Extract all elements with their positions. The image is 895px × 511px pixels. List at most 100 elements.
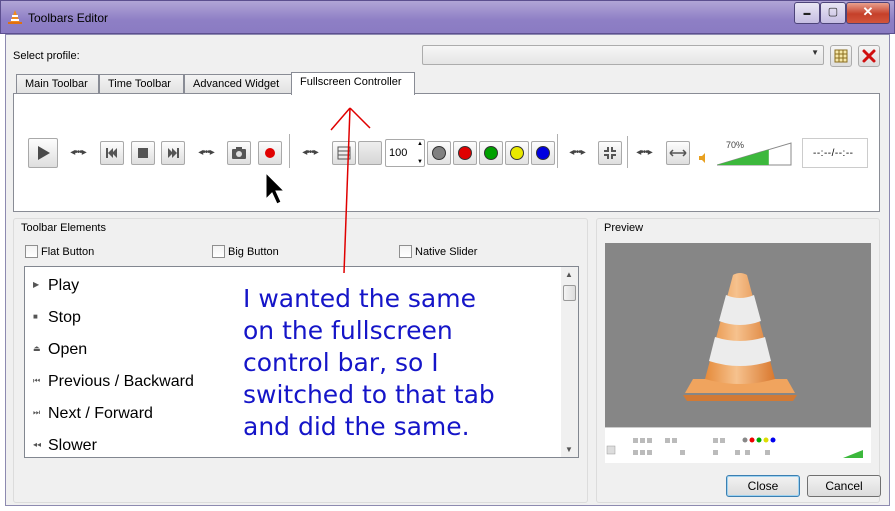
spacer-arrows[interactable]: ◂•••▸ — [298, 148, 322, 158]
list-item-label: Stop — [48, 309, 81, 326]
tab-advanced-widget[interactable]: Advanced Widget — [184, 74, 292, 94]
tab-label: Fullscreen Controller — [300, 76, 402, 88]
blue-dot-icon — [536, 146, 550, 160]
record-icon — [265, 148, 275, 158]
exit-fullscreen-button[interactable] — [598, 141, 622, 165]
profile-grid-icon — [834, 49, 848, 63]
speed-value: 100 — [389, 147, 408, 159]
eject-icon: ⏏ — [33, 344, 41, 353]
snapshot-button[interactable] — [227, 141, 251, 165]
close-button-label: Close — [747, 479, 779, 493]
speed-spinbox[interactable]: 100 ▲ ▼ — [385, 139, 425, 167]
separator — [557, 134, 558, 168]
stop-icon — [138, 148, 148, 158]
scroll-thumb[interactable] — [563, 285, 576, 301]
play-button[interactable] — [28, 138, 58, 168]
select-profile-label: Select profile: — [13, 50, 80, 62]
cancel-button[interactable]: Cancel — [807, 475, 881, 497]
volume-slider[interactable]: 70% — [717, 140, 792, 166]
spacer-arrows-icon — [669, 149, 687, 157]
title-bar: Toolbars Editor ▬ ▢ ✕ — [0, 0, 895, 34]
flat-button-label: Flat Button — [41, 246, 95, 258]
stop-icon: ■ — [33, 312, 38, 321]
next-icon — [168, 148, 179, 158]
speaker-icon — [699, 153, 705, 163]
expanding-spacer[interactable] — [666, 141, 690, 165]
close-icon: ✕ — [862, 4, 874, 19]
volume-triangle — [717, 142, 792, 166]
list-item-label: Next / Forward — [48, 405, 153, 422]
list-item-label: Slower — [48, 437, 97, 454]
delete-x-icon — [862, 49, 876, 63]
spacer-arrows[interactable]: ◂•••▸ — [66, 148, 90, 158]
green-color-button[interactable] — [479, 141, 503, 165]
separator — [289, 134, 290, 168]
close-window-button[interactable]: ✕ — [846, 2, 890, 24]
delete-profile-button[interactable] — [858, 45, 880, 67]
tab-label: Time Toolbar — [108, 78, 171, 90]
scroll-down-icon[interactable]: ▼ — [565, 445, 573, 454]
big-button-checkbox[interactable] — [212, 245, 225, 258]
previous-icon — [106, 148, 117, 158]
annotation-text: I wanted the same on the fullscreen cont… — [243, 284, 495, 441]
tab-time-toolbar[interactable]: Time Toolbar — [99, 74, 184, 94]
scroll-up-icon[interactable]: ▲ — [565, 270, 573, 279]
stop-button[interactable] — [131, 141, 155, 165]
vlc-cone-icon — [8, 10, 22, 24]
native-slider-label: Native Slider — [415, 246, 478, 258]
record-button[interactable] — [258, 141, 282, 165]
separator — [627, 136, 628, 168]
cancel-button-label: Cancel — [825, 479, 863, 493]
big-button-label: Big Button — [228, 246, 279, 258]
native-slider-checkbox[interactable] — [399, 245, 412, 258]
play-icon — [38, 146, 50, 160]
yellow-dot-icon — [510, 146, 524, 160]
minimize-button[interactable]: ▬ — [794, 2, 820, 24]
grey-dot-icon — [432, 146, 446, 160]
time-display: --:--/--:-- — [802, 138, 868, 168]
maximize-button[interactable]: ▢ — [820, 2, 846, 24]
maximize-icon: ▢ — [827, 6, 839, 18]
slower-icon: ◂◂ — [33, 440, 42, 449]
previous-icon: ⏮ — [33, 376, 41, 385]
extended-settings-button[interactable] — [358, 141, 382, 165]
minimize-icon: ▬ — [803, 10, 811, 17]
tab-main-toolbar[interactable]: Main Toolbar — [16, 74, 99, 94]
yellow-color-button[interactable] — [505, 141, 529, 165]
flat-button-checkbox[interactable] — [25, 245, 38, 258]
list-scrollbar[interactable]: ▲ ▼ — [561, 267, 578, 457]
tab-fullscreen-controller[interactable]: Fullscreen Controller — [291, 72, 415, 95]
time-label: --:--/--:-- — [813, 148, 854, 159]
tab-label: Advanced Widget — [193, 78, 280, 90]
list-item-label: Open — [48, 341, 88, 358]
tab-label: Main Toolbar — [25, 78, 88, 90]
play-icon: ▶ — [33, 280, 40, 289]
blue-color-button[interactable] — [531, 141, 555, 165]
close-button[interactable]: Close — [726, 475, 800, 497]
spacer-arrows[interactable]: ◂•••▸ — [194, 148, 218, 158]
spin-down-icon: ▼ — [417, 159, 423, 165]
spin-up-icon: ▲ — [417, 141, 423, 147]
toolbar-elements-title: Toolbar Elements — [21, 222, 106, 234]
chevron-down-icon: ▼ — [811, 48, 819, 57]
new-profile-button[interactable] — [830, 45, 852, 67]
preview-toolbar-strip — [605, 427, 871, 463]
red-color-button[interactable] — [453, 141, 477, 165]
preview-video-area — [605, 243, 871, 427]
next-button[interactable] — [161, 141, 185, 165]
green-dot-icon — [484, 146, 498, 160]
camera-icon — [232, 147, 246, 159]
window-title: Toolbars Editor — [28, 11, 109, 25]
previous-button[interactable] — [100, 141, 124, 165]
preview-title: Preview — [604, 222, 644, 234]
profile-select[interactable]: ▼ — [422, 45, 824, 65]
spacer-arrows[interactable]: ◂•••▸ — [565, 148, 589, 158]
vlc-cone-image — [683, 273, 797, 401]
spacer-arrows[interactable]: ◂•••▸ — [632, 148, 656, 158]
next-icon: ⏭ — [33, 408, 41, 417]
playlist-button[interactable] — [332, 141, 356, 165]
list-icon — [337, 146, 351, 160]
grey-color-button[interactable] — [427, 141, 451, 165]
list-item-label: Previous / Backward — [48, 373, 194, 390]
red-dot-icon — [458, 146, 472, 160]
